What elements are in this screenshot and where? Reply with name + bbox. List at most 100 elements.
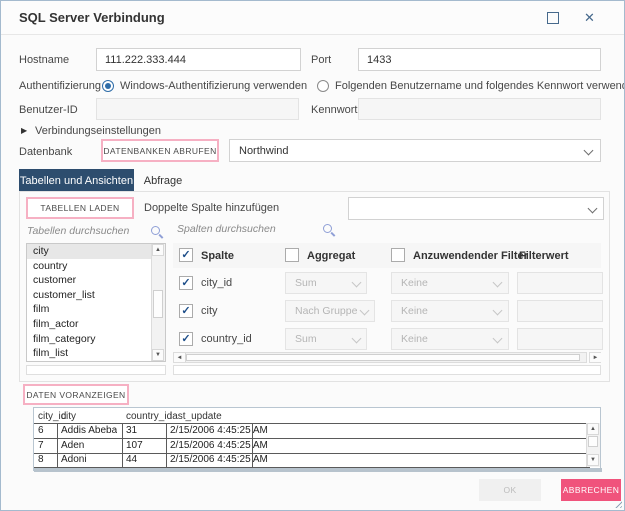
preview-cell: 31 (126, 425, 137, 436)
tab-query[interactable]: Abfrage (134, 169, 192, 192)
filter-value-input[interactable] (517, 300, 603, 322)
columns-grid-hscroll-right[interactable]: ► (589, 352, 601, 363)
column-name: country_id (201, 333, 252, 345)
check-icon: ✓ (181, 334, 190, 345)
filter-dropdown[interactable]: Keine (391, 328, 509, 350)
sql-server-connection-dialog: SQL Server Verbindung ✕ Hostname 111.222… (0, 0, 625, 511)
ok-button[interactable]: OK (479, 479, 541, 501)
fetch-databases-button[interactable]: DATENBANKEN ABRUFEN (101, 139, 219, 162)
hostname-input[interactable]: 111.222.333.444 (96, 48, 301, 71)
duplicate-column-label: Doppelte Spalte hinzufügen (144, 202, 279, 214)
user-id-input[interactable] (96, 98, 299, 120)
tables-list-scrollbar[interactable]: ▲ ▼ (151, 244, 165, 361)
tables-list-hscrollbar[interactable] (26, 365, 166, 375)
column-header-filter: Anzuwendender Filter (413, 250, 528, 262)
tables-list: city country customer customer_list film… (26, 243, 166, 362)
scroll-right-icon[interactable]: ► (590, 353, 601, 362)
check-icon: ✓ (181, 278, 190, 289)
filter-all-checkbox[interactable] (391, 248, 405, 262)
title-bar: SQL Server Verbindung ✕ (1, 1, 624, 35)
row-checkbox[interactable]: ✓ (179, 276, 193, 290)
column-name: city (201, 305, 218, 317)
windows-auth-radio[interactable] (102, 80, 114, 92)
filter-value-input[interactable] (517, 272, 603, 294)
check-icon: ✓ (181, 306, 190, 317)
list-item-film-actor[interactable]: film_actor (27, 317, 165, 332)
columns-grid-hscrollbar[interactable]: ◄ (173, 352, 587, 363)
list-item-customer-list[interactable]: customer_list (27, 288, 165, 303)
row-checkbox[interactable]: ✓ (179, 332, 193, 346)
maximize-button[interactable] (547, 12, 559, 24)
column-name: city_id (201, 277, 232, 289)
load-tables-button[interactable]: TABELLEN LADEN (26, 197, 134, 219)
row-checkbox[interactable]: ✓ (179, 304, 193, 318)
preview-header-last-update: last_update (170, 411, 222, 422)
scroll-up-icon[interactable]: ▲ (152, 244, 164, 256)
preview-table-scrollbar[interactable]: ▲ ▼ (586, 423, 600, 467)
column-header-filterwert: Filterwert (519, 250, 569, 262)
close-button[interactable]: ✕ (584, 11, 595, 24)
user-id-label: Benutzer-ID (19, 104, 78, 116)
list-item-country[interactable]: country (27, 259, 165, 274)
preview-header-city: city (61, 411, 76, 422)
preview-cell: 2/15/2006 4:45:25 AM (170, 425, 268, 436)
scroll-left-icon[interactable]: ◄ (174, 353, 186, 362)
authentication-label: Authentifizierung (19, 80, 101, 92)
column-header-aggregat: Aggregat (307, 250, 355, 262)
database-label: Datenbank (19, 146, 72, 158)
search-icon (323, 224, 332, 233)
preview-header-country-id: country_id (126, 411, 172, 422)
maximize-icon (547, 12, 559, 24)
columns-grid-bottom-bar (173, 365, 601, 375)
password-input[interactable] (358, 98, 601, 120)
database-dropdown-value: Northwind (239, 145, 289, 157)
scrollbar-thumb[interactable] (153, 290, 163, 318)
select-all-columns-checkbox[interactable]: ✓ (179, 248, 193, 262)
windows-auth-option-label[interactable]: Windows-Authentifizierung verwenden (120, 80, 307, 92)
aggregate-all-checkbox[interactable] (285, 248, 299, 262)
preview-cell: Addis Abeba (61, 425, 117, 436)
expander-collapsed-icon[interactable]: ▶ (21, 126, 27, 135)
list-item-film-category[interactable]: film_category (27, 332, 165, 347)
duplicate-column-dropdown[interactable] (348, 197, 604, 220)
preview-cell: 44 (126, 454, 137, 465)
scroll-down-icon[interactable]: ▼ (587, 454, 599, 466)
check-icon: ✓ (181, 250, 190, 261)
dialog-title: SQL Server Verbindung (19, 10, 165, 25)
preview-cell: 2/15/2006 4:45:25 AM (170, 440, 268, 451)
list-item-customer[interactable]: customer (27, 273, 165, 288)
preview-cell: 8 (38, 454, 44, 465)
credentials-auth-option-label[interactable]: Folgenden Benutzername und folgendes Ken… (335, 80, 625, 92)
column-header-spalte: Spalte (201, 250, 234, 262)
scrollbar-thumb[interactable] (186, 354, 580, 361)
preview-cell: 6 (38, 425, 44, 436)
tab-tables-and-views[interactable]: Tabellen und Ansichten (19, 169, 134, 192)
filter-dropdown[interactable]: Keine (391, 272, 509, 294)
preview-cell: Adoni (61, 454, 87, 465)
preview-table: city_id city country_id last_update 6 Ad… (33, 407, 601, 471)
credentials-auth-radio[interactable] (317, 80, 329, 92)
list-item-city[interactable]: city (27, 244, 165, 259)
search-icon (151, 226, 160, 235)
scrollbar-thumb[interactable] (588, 436, 598, 447)
filter-dropdown[interactable]: Keine (391, 300, 509, 322)
port-input[interactable]: 1433 (358, 48, 601, 71)
password-label: Kennwort (311, 104, 357, 116)
hostname-label: Hostname (19, 54, 69, 66)
preview-cell: 7 (38, 440, 44, 451)
list-item-film[interactable]: film (27, 302, 165, 317)
filter-value-input[interactable] (517, 328, 603, 350)
preview-cell: 2/15/2006 4:45:25 AM (170, 454, 268, 465)
cancel-button[interactable]: ABBRECHEN (561, 479, 621, 501)
list-item-film-list[interactable]: film_list (27, 346, 165, 361)
preview-data-button[interactable]: DATEN VORANZEIGEN (23, 384, 129, 405)
connection-settings-toggle[interactable]: Verbindungseinstellungen (35, 125, 161, 137)
scroll-up-icon[interactable]: ▲ (587, 423, 599, 435)
preview-table-bottom-strip (34, 468, 602, 472)
port-label: Port (311, 54, 331, 66)
database-dropdown[interactable]: Northwind (229, 139, 601, 162)
search-columns-input[interactable]: Spalten durchsuchen (177, 223, 276, 235)
preview-cell: 107 (126, 440, 143, 451)
search-tables-input[interactable]: Tabellen durchsuchen (27, 225, 129, 237)
scroll-down-icon[interactable]: ▼ (152, 349, 164, 361)
